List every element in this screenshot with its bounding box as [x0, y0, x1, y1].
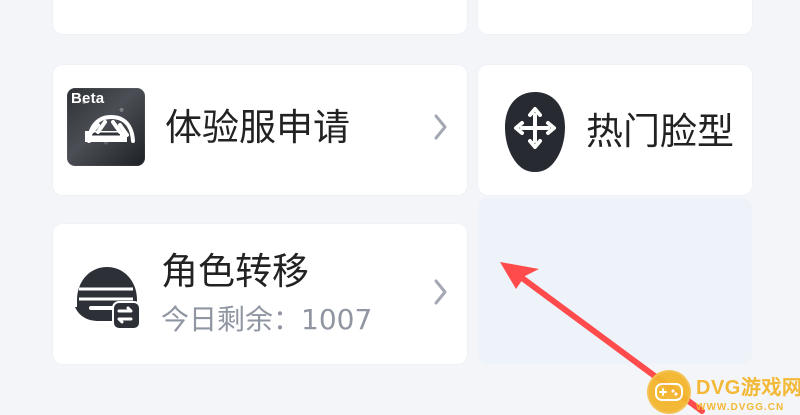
- beta-helmet-icon: Beta: [67, 88, 145, 166]
- beta-badge: Beta: [71, 90, 105, 107]
- beta-server-row[interactable]: Beta 体验服申请: [67, 88, 467, 166]
- face-move-graphic: [505, 92, 565, 172]
- role-transfer-label: 角色转移: [161, 249, 309, 293]
- watermark-subtitle: WWW.DVGG.CN: [696, 401, 785, 413]
- helmet-transfer-graphic: [75, 267, 141, 330]
- role-transfer-text: 角色转移 今日剩余：1007: [161, 253, 373, 336]
- top-right-card: [478, 0, 752, 34]
- popular-face-label: 热门脸型: [586, 109, 734, 153]
- chevron-right-icon: [434, 279, 447, 305]
- watermark-title: DVG游戏网: [696, 376, 800, 399]
- helmet-transfer-icon: [67, 256, 145, 334]
- role-transfer-subtitle: 今日剩余：1007: [161, 302, 373, 336]
- face-move-icon: [500, 89, 570, 173]
- watermark: DVG游戏网 WWW.DVGG.CN: [647, 368, 800, 415]
- popular-face-row[interactable]: 热门脸型: [500, 89, 750, 173]
- gamepad-icon: [647, 369, 691, 414]
- watermark-text: DVG游戏网 WWW.DVGG.CN: [696, 371, 800, 413]
- beta-server-label: 体验服申请: [165, 105, 350, 149]
- role-transfer-row[interactable]: 角色转移 今日剩余：1007: [67, 250, 467, 340]
- top-left-card: [53, 0, 467, 34]
- chevron-right-icon: [434, 114, 447, 140]
- gamepad-graphic: [655, 382, 683, 401]
- screen-stage: Beta 体验服申请 热门脸型 角色转移 今日剩余：1007 DVG游戏网 WW…: [0, 0, 800, 415]
